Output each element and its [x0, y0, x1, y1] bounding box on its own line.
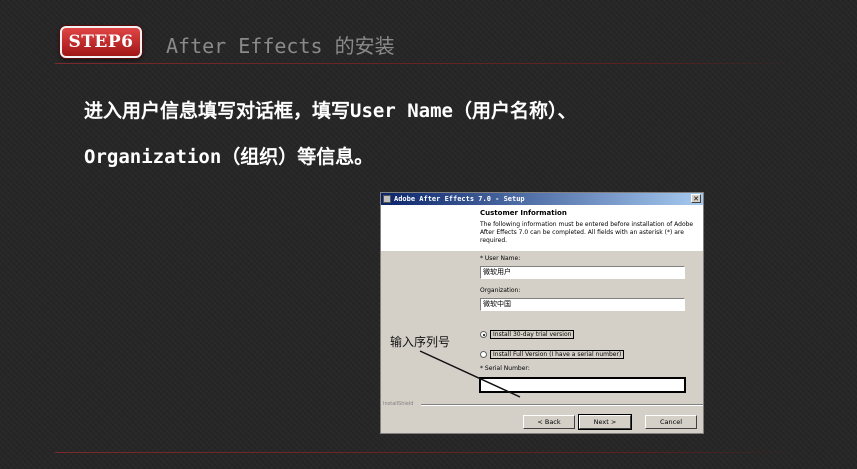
footer-divider: [55, 452, 800, 453]
cancel-button[interactable]: Cancel: [645, 415, 697, 429]
instruction-line-1: 进入用户信息填写对话框，填写User Name（用户名称）、: [84, 100, 577, 122]
dialog-description: The following information must be entere…: [480, 221, 694, 244]
step-badge: STEP6: [60, 26, 142, 58]
serial-number-label: * Serial Number:: [480, 365, 530, 372]
back-button[interactable]: < Back: [523, 415, 575, 429]
organization-field[interactable]: 微软中国: [480, 298, 685, 311]
next-button[interactable]: Next >: [578, 414, 632, 430]
footer-separator: [421, 404, 703, 406]
radio-full[interactable]: [480, 351, 487, 358]
dialog-heading: Customer Information: [480, 209, 567, 217]
instruction-line-2: Organization（组织）等信息。: [84, 146, 374, 168]
user-name-field[interactable]: 微软用户: [480, 266, 685, 279]
radio-trial-option[interactable]: Install 30-day trial version: [480, 330, 575, 340]
radio-full-label: Install Full Version (I have a serial nu…: [490, 350, 625, 359]
serial-number-callout: 输入序列号: [390, 335, 451, 349]
installshield-label: InstallShield: [383, 401, 414, 407]
radio-trial-label: Install 30-day trial version: [490, 330, 575, 339]
radio-full-option[interactable]: Install Full Version (I have a serial nu…: [480, 350, 625, 360]
instruction-text: 进入用户信息填写对话框，填写User Name（用户名称）、 Organizat…: [84, 88, 804, 180]
setup-app-icon: [383, 195, 391, 203]
organization-label: Organization:: [480, 287, 521, 294]
serial-number-field[interactable]: [479, 377, 686, 393]
dialog-titlebar[interactable]: Adobe After Effects 7.0 - Setup ✕: [381, 193, 703, 205]
page-title: After Effects 的安装: [166, 34, 395, 58]
close-icon: ✕: [693, 195, 699, 203]
radio-trial[interactable]: [480, 331, 487, 338]
dialog-title: Adobe After Effects 7.0 - Setup: [394, 195, 525, 203]
header-divider: [55, 63, 800, 64]
user-name-label: * User Name:: [480, 255, 521, 262]
setup-dialog: Adobe After Effects 7.0 - Setup ✕ Custom…: [380, 192, 704, 434]
close-button[interactable]: ✕: [691, 194, 701, 203]
